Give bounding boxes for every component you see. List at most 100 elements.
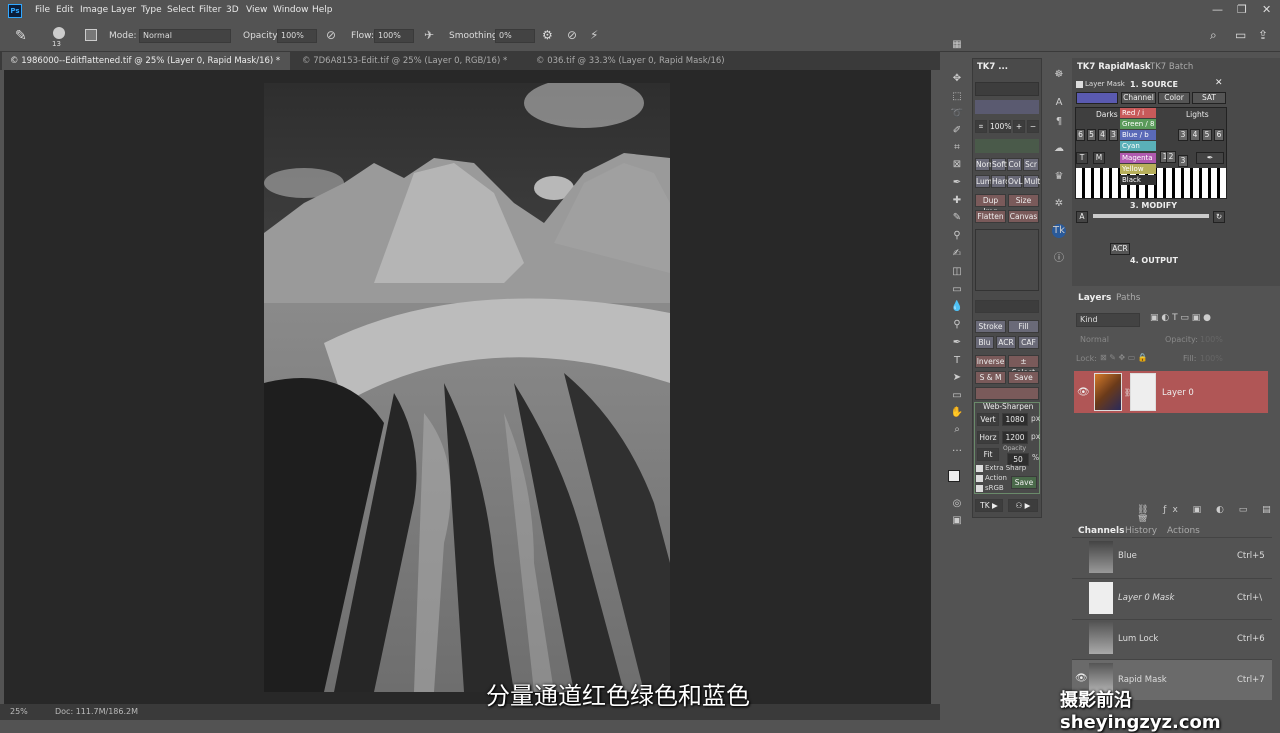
tk7-soft-button[interactable]: Soft xyxy=(991,158,1007,171)
blur-tool-icon[interactable]: 💧 xyxy=(950,300,964,314)
document-image[interactable] xyxy=(264,83,670,692)
zoom-level[interactable]: 25% xyxy=(10,707,28,716)
layer-filter-icons[interactable]: ▣ ◐ T ▭ ▣ ● xyxy=(1150,313,1211,323)
3d-icon[interactable]: ☸ xyxy=(1052,68,1066,82)
tk7-row-icons-1[interactable] xyxy=(975,82,1039,96)
tab-actions[interactable]: Actions xyxy=(1167,526,1200,536)
crown-icon[interactable]: ♛ xyxy=(1052,170,1066,184)
dropdown-red[interactable]: Red / i xyxy=(1120,108,1156,118)
tk7-inverse-button[interactable]: Inverse xyxy=(975,355,1006,368)
sun-icon[interactable]: ✲ xyxy=(1052,197,1066,211)
rgb-source-button[interactable] xyxy=(1076,92,1118,104)
reset-button[interactable]: ↻ xyxy=(1213,211,1225,223)
tab-batch[interactable]: TK7 Batch xyxy=(1150,62,1193,72)
tk7-hard-button[interactable]: Hard xyxy=(991,175,1010,188)
srgb-checkbox[interactable] xyxy=(976,485,983,492)
modify-acr-button[interactable]: ACR xyxy=(1110,243,1130,255)
lights-5-button[interactable]: 5 xyxy=(1202,129,1212,141)
channel-button[interactable]: Channel xyxy=(1121,92,1156,104)
dropdown-blue[interactable]: Blue / b xyxy=(1120,130,1156,140)
tk7-zoom-in-button[interactable]: + xyxy=(1013,120,1025,133)
workspace-icon[interactable]: ▭ xyxy=(1235,28,1246,42)
menu-3d[interactable]: 3D xyxy=(226,5,239,15)
lights-6-button[interactable]: 6 xyxy=(1214,129,1224,141)
m-button[interactable]: M xyxy=(1093,152,1105,164)
channel-eye-icon[interactable]: 👁 xyxy=(1075,673,1088,684)
quick-select-tool-icon[interactable]: ✐ xyxy=(950,124,964,138)
pressure-size-icon[interactable]: ⊘ xyxy=(567,28,577,42)
eye-icon[interactable]: 👁 xyxy=(1077,387,1090,398)
tk7-canvas-button[interactable]: Canvas xyxy=(1008,210,1039,223)
menu-image[interactable]: Image xyxy=(80,5,108,15)
dropdown-yellow[interactable]: Yellow xyxy=(1120,164,1156,174)
screen-mode-icon[interactable]: ▣ xyxy=(950,514,964,528)
tk7-delete-row[interactable] xyxy=(975,387,1039,400)
tab-layers[interactable]: Layers xyxy=(1078,293,1111,303)
home-icon[interactable]: ▦ xyxy=(950,38,964,52)
tab-rapidmask[interactable]: TK7 RapidMask xyxy=(1077,62,1151,72)
tk7-zoom-out-button[interactable]: − xyxy=(1027,120,1039,133)
marquee-tool-icon[interactable]: ⬚ xyxy=(950,90,964,104)
pen-tool-icon[interactable]: ✒ xyxy=(950,336,964,350)
tk7-size-button[interactable]: Size xyxy=(1008,194,1039,207)
darks-5-button[interactable]: 5 xyxy=(1087,129,1096,141)
horz-button[interactable]: Horz xyxy=(977,431,999,444)
brush-preset-icon[interactable] xyxy=(53,27,65,39)
flow-field[interactable]: 100% xyxy=(374,29,414,43)
tk7-stroke-button[interactable]: Stroke xyxy=(975,320,1006,333)
hand-tool-icon[interactable]: ✋ xyxy=(950,406,964,420)
menu-window[interactable]: Window xyxy=(273,5,309,15)
cloud-icon[interactable]: ☁ xyxy=(1052,142,1066,156)
tk7-s-and-m-button[interactable]: S & M xyxy=(975,371,1006,384)
tk7-fill-button[interactable]: Fill xyxy=(1008,320,1039,333)
info-icon[interactable]: ⓘ xyxy=(1052,252,1066,266)
share-icon[interactable]: ⇪ xyxy=(1258,28,1268,42)
symmetry-icon[interactable]: ⚡ xyxy=(590,28,598,42)
paragraph-icon[interactable]: ¶ xyxy=(1052,115,1066,129)
tk7-dup-img-button[interactable]: Dup Img xyxy=(975,194,1006,216)
layer-mask-checkbox[interactable] xyxy=(1076,81,1083,88)
stamp-tool-icon[interactable]: ⚲ xyxy=(950,229,964,243)
doc-size[interactable]: Doc: 111.7M/186.2M xyxy=(55,707,138,716)
tk7-row-icons-2[interactable] xyxy=(975,100,1039,114)
more-tools-icon[interactable]: … xyxy=(950,442,964,456)
fill-value[interactable]: 100% xyxy=(1200,354,1223,363)
tk7-col-button[interactable]: Col xyxy=(1007,158,1022,171)
mode-select[interactable]: Normal xyxy=(139,29,231,43)
lock-icons[interactable]: ⊠ ✎ ✥ ▭ 🔒 xyxy=(1100,353,1148,362)
smoothing-field[interactable]: 0% xyxy=(495,29,535,43)
darks-6-button[interactable]: 6 xyxy=(1076,129,1085,141)
tk7-brush-row[interactable] xyxy=(975,139,1039,153)
menu-filter[interactable]: Filter xyxy=(199,5,221,15)
tk7-caf-button[interactable]: CAF xyxy=(1018,336,1039,349)
darks-4-button[interactable]: 4 xyxy=(1098,129,1107,141)
foreground-color-swatch[interactable] xyxy=(948,470,960,482)
menu-type[interactable]: Type xyxy=(141,5,162,15)
menu-view[interactable]: View xyxy=(246,5,267,15)
menu-file[interactable]: File xyxy=(35,5,50,15)
fit-button[interactable]: Fit xyxy=(977,448,999,461)
brush-panel-icon[interactable] xyxy=(85,29,97,41)
tab-doc-3[interactable]: © 036.tif @ 33.3% (Layer 0, Rapid Mask/1… xyxy=(528,52,738,84)
rapidmask-close-icon[interactable]: ✕ xyxy=(1215,78,1223,88)
kind-filter[interactable]: Kind xyxy=(1076,313,1140,327)
crop-tool-icon[interactable]: ⌗ xyxy=(950,141,964,155)
tab-history[interactable]: History xyxy=(1125,526,1157,536)
a-button[interactable]: A xyxy=(1076,211,1088,223)
mid-2-button[interactable]: 2 xyxy=(1166,151,1176,163)
brush-tool-icon-side[interactable]: ✎ xyxy=(950,211,964,225)
tab-doc-2[interactable]: © 7D6A8153-Edit.tif @ 25% (Layer 0, RGB/… xyxy=(294,52,524,70)
layer-opacity-value[interactable]: 100% xyxy=(1200,335,1223,344)
maximize-icon[interactable]: ❐ xyxy=(1237,3,1247,16)
tk7-scr-button[interactable]: Scr xyxy=(1023,158,1039,171)
tab-channels[interactable]: Channels xyxy=(1078,526,1124,536)
history-brush-icon[interactable]: ✍ xyxy=(950,247,964,261)
tk7-plus-select-button[interactable]: ± Select xyxy=(1008,355,1039,377)
healing-tool-icon[interactable]: ✚ xyxy=(950,194,964,208)
tab-doc-1[interactable]: © 1986000--Editflattened.tif @ 25% (Laye… xyxy=(2,52,290,70)
dropdown-black[interactable]: Black xyxy=(1120,175,1156,185)
minimize-icon[interactable]: — xyxy=(1212,3,1223,16)
shape-tool-icon[interactable]: ▭ xyxy=(950,389,964,403)
gear-icon[interactable]: ⚙ xyxy=(542,28,553,42)
dodge-tool-icon[interactable]: ⚲ xyxy=(950,318,964,332)
